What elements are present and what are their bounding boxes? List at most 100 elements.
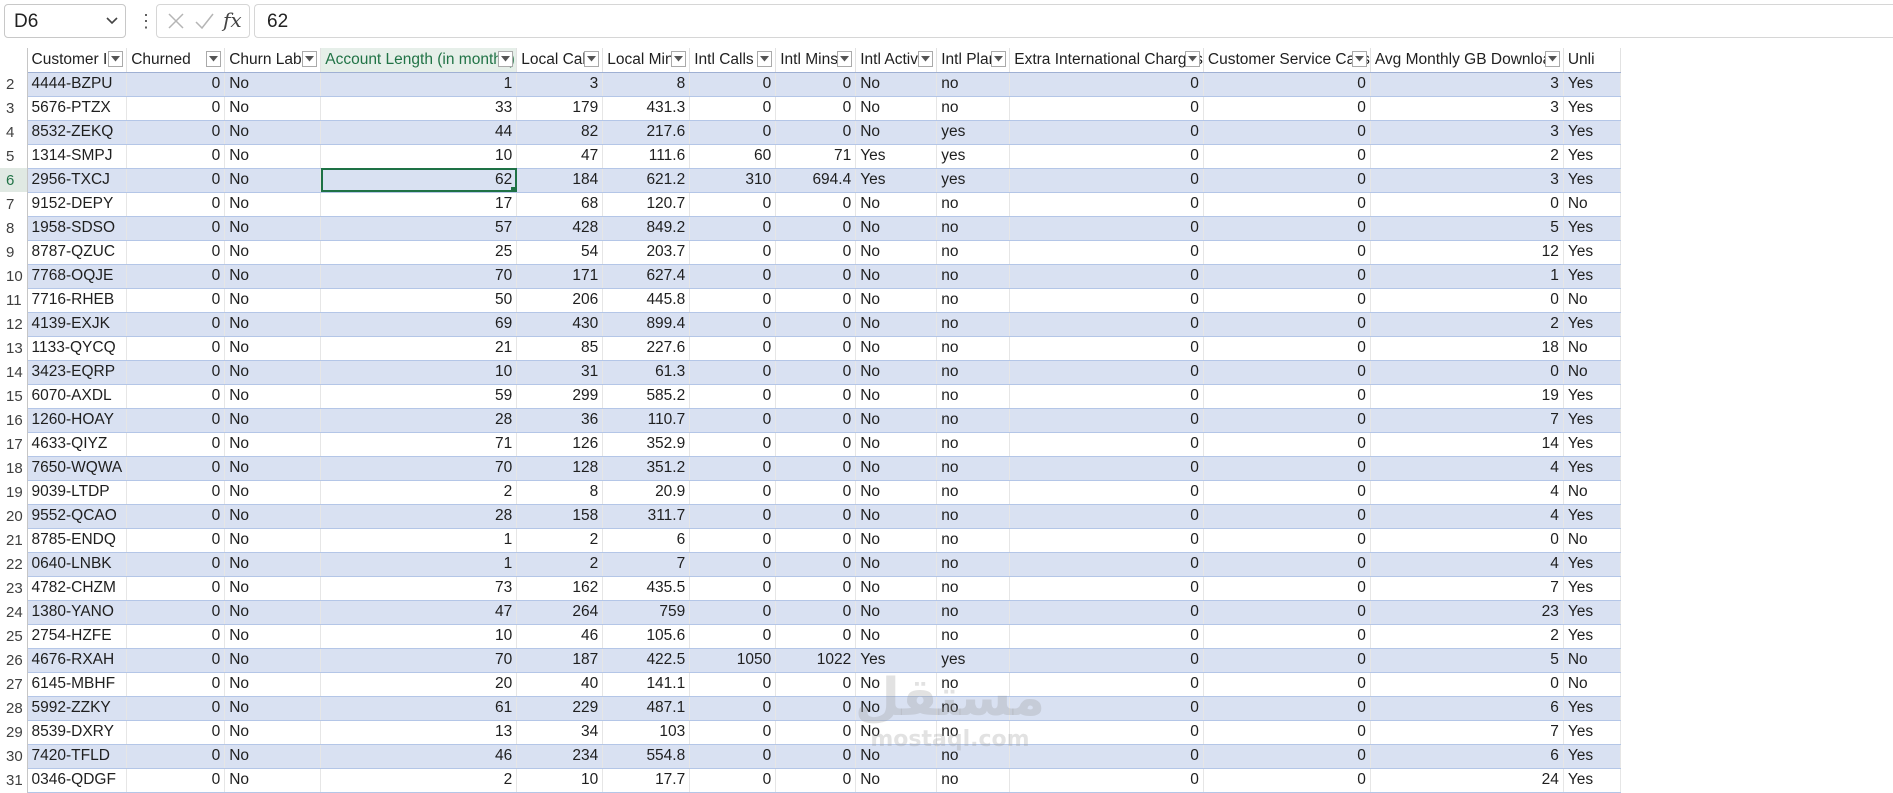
table-cell[interactable]: 0 [1203, 504, 1371, 529]
table-cell[interactable]: yes [936, 648, 1011, 673]
table-cell[interactable]: 0 [1009, 336, 1204, 361]
name-box[interactable]: D6 [4, 4, 126, 38]
table-cell[interactable]: No [855, 696, 938, 721]
table-cell[interactable]: 0 [1370, 288, 1564, 313]
table-cell[interactable]: no [936, 432, 1011, 457]
table-cell[interactable]: 0 [775, 288, 857, 313]
filter-dropdown-icon[interactable] [1184, 51, 1200, 67]
table-cell[interactable]: 59 [320, 384, 518, 409]
table-cell[interactable]: 0 [126, 528, 226, 553]
table-cell[interactable]: Yes [1563, 144, 1621, 169]
table-cell[interactable]: No [224, 96, 322, 121]
table-cell[interactable]: 7650-WQWA [27, 456, 128, 481]
table-cell[interactable]: 141.1 [602, 672, 691, 697]
table-cell[interactable]: 5 [1370, 648, 1564, 673]
table-cell[interactable]: 1380-YANO [27, 600, 128, 625]
row-number[interactable]: 17 [0, 432, 28, 456]
table-cell[interactable]: 435.5 [602, 576, 691, 601]
table-cell[interactable]: 1 [320, 72, 518, 97]
table-cell[interactable]: No [855, 600, 938, 625]
row-number[interactable]: 31 [0, 768, 28, 792]
table-cell[interactable]: 0 [1370, 360, 1564, 385]
table-cell[interactable]: 0 [1203, 696, 1371, 721]
table-cell[interactable]: No [224, 480, 322, 505]
table-cell[interactable]: Yes [1563, 696, 1621, 721]
row-number[interactable]: 9 [0, 240, 28, 264]
table-cell[interactable]: No [224, 744, 322, 769]
table-cell[interactable]: 0 [126, 600, 226, 625]
table-cell[interactable]: No [224, 432, 322, 457]
column-header[interactable]: Intl Active [855, 48, 938, 73]
table-cell[interactable]: 627.4 [602, 264, 691, 289]
table-cell[interactable]: No [224, 456, 322, 481]
table-cell[interactable]: 5992-ZZKY [27, 696, 128, 721]
table-cell[interactable]: 0 [1009, 672, 1204, 697]
table-cell[interactable]: 430 [516, 312, 604, 337]
table-cell[interactable]: 0 [1370, 672, 1564, 697]
table-cell[interactable]: 70 [320, 648, 518, 673]
table-cell[interactable]: 85 [516, 336, 604, 361]
table-cell[interactable]: 487.1 [602, 696, 691, 721]
table-cell[interactable]: 0 [1009, 120, 1204, 145]
table-cell[interactable]: Yes [1563, 576, 1621, 601]
table-cell[interactable]: 61 [320, 696, 518, 721]
table-cell[interactable]: no [936, 360, 1011, 385]
table-cell[interactable]: 2 [1370, 312, 1564, 337]
table-cell[interactable]: No [1563, 528, 1621, 553]
table-cell[interactable]: 21 [320, 336, 518, 361]
column-header[interactable]: Intl Plan [936, 48, 1011, 73]
table-cell[interactable]: 0 [1009, 168, 1204, 193]
table-cell[interactable]: 0 [1203, 336, 1371, 361]
table-cell[interactable]: no [936, 696, 1011, 721]
column-header[interactable]: Intl Mins [775, 48, 857, 73]
table-cell[interactable]: 0 [1203, 168, 1371, 193]
table-cell[interactable]: 9552-QCAO [27, 504, 128, 529]
row-number[interactable]: 26 [0, 648, 28, 672]
table-cell[interactable]: 227.6 [602, 336, 691, 361]
table-cell[interactable]: 61.3 [602, 360, 691, 385]
table-cell[interactable]: 0 [689, 360, 777, 385]
table-cell[interactable]: 0 [1009, 552, 1204, 577]
table-cell[interactable]: No [855, 288, 938, 313]
table-cell[interactable]: 0 [126, 408, 226, 433]
table-cell[interactable]: 0 [689, 528, 777, 553]
table-cell[interactable]: 0 [1009, 432, 1204, 457]
table-cell[interactable]: 899.4 [602, 312, 691, 337]
table-cell[interactable]: No [855, 192, 938, 217]
formula-input[interactable]: 62 [254, 4, 1893, 38]
table-cell[interactable]: 422.5 [602, 648, 691, 673]
table-cell[interactable]: 105.6 [602, 624, 691, 649]
table-cell[interactable]: 4782-CHZM [27, 576, 128, 601]
table-cell[interactable]: 0 [1203, 312, 1371, 337]
table-cell[interactable]: No [855, 360, 938, 385]
cancel-icon[interactable] [166, 10, 186, 37]
table-cell[interactable]: 0 [1203, 720, 1371, 745]
table-cell[interactable]: no [936, 552, 1011, 577]
table-cell[interactable]: 0 [689, 240, 777, 265]
column-header[interactable]: Customer ID [27, 48, 128, 73]
table-cell[interactable]: 0 [1009, 600, 1204, 625]
table-cell[interactable]: Yes [1563, 264, 1621, 289]
row-number[interactable]: 14 [0, 360, 28, 384]
table-cell[interactable]: 0 [126, 720, 226, 745]
table-cell[interactable]: 0 [689, 696, 777, 721]
table-cell[interactable]: 554.8 [602, 744, 691, 769]
table-cell[interactable]: 0 [1009, 72, 1204, 97]
table-cell[interactable]: Yes [1563, 432, 1621, 457]
table-cell[interactable]: No [224, 528, 322, 553]
row-number[interactable]: 12 [0, 312, 28, 336]
table-cell[interactable]: No [224, 384, 322, 409]
table-cell[interactable]: 234 [516, 744, 604, 769]
row-number[interactable]: 10 [0, 264, 28, 288]
row-number[interactable]: 30 [0, 744, 28, 768]
table-cell[interactable]: 0 [1203, 240, 1371, 265]
table-cell[interactable]: 1022 [775, 648, 857, 673]
table-cell[interactable]: No [224, 72, 322, 97]
column-header[interactable]: Churned [126, 48, 226, 73]
table-cell[interactable]: 0 [775, 120, 857, 145]
table-cell[interactable]: Yes [1563, 120, 1621, 145]
table-cell[interactable]: 0 [689, 720, 777, 745]
table-cell[interactable]: 0 [1009, 192, 1204, 217]
table-cell[interactable]: 0 [775, 480, 857, 505]
table-cell[interactable]: 60 [689, 144, 777, 169]
